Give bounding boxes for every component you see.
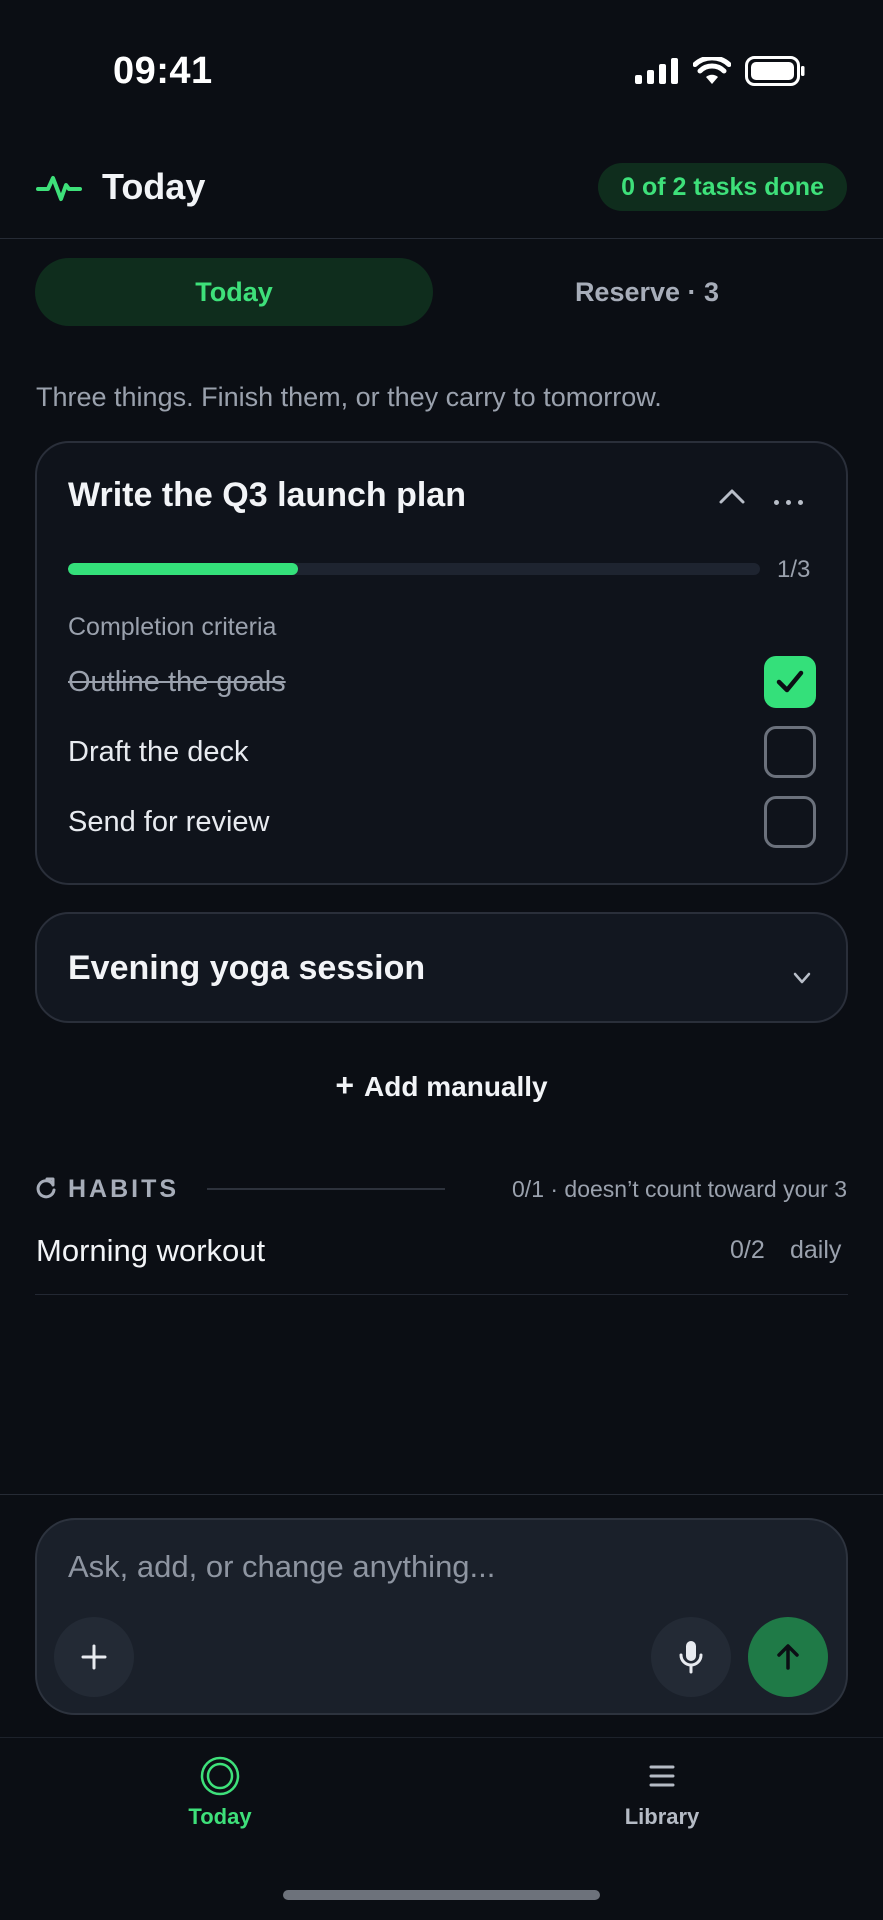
tab-reserve[interactable]: Reserve · 3 xyxy=(448,258,846,326)
check-icon xyxy=(776,670,804,693)
tasks-done-badge: 0 of 2 tasks done xyxy=(598,163,847,211)
pulse-icon xyxy=(36,172,82,209)
task-progress-bar xyxy=(68,563,760,575)
nav-label: Today xyxy=(188,1804,252,1829)
header-divider xyxy=(0,238,883,239)
criterion-row[interactable]: Draft the deck xyxy=(68,724,816,780)
task-title[interactable]: Evening yoga session xyxy=(68,949,425,988)
habits-section-label: HABITS xyxy=(68,1175,180,1203)
menu-icon xyxy=(649,1765,675,1787)
page-title: Today xyxy=(102,166,206,207)
criterion-checkbox[interactable] xyxy=(764,656,816,708)
nav-item-library[interactable]: Library xyxy=(592,1756,732,1844)
refresh-icon xyxy=(35,1176,57,1205)
attach-button[interactable] xyxy=(54,1617,134,1697)
tab-today[interactable]: Today xyxy=(35,258,433,326)
composer-divider xyxy=(0,1494,883,1495)
battery-icon xyxy=(745,56,805,86)
criterion-text: Outline the goals xyxy=(68,665,286,698)
criteria-label: Completion criteria xyxy=(68,613,277,641)
wifi-icon xyxy=(693,57,731,84)
page-subtitle: Three things. Finish them, or they carry… xyxy=(36,382,662,412)
habits-note: 0/1 · doesn’t count toward your 3 xyxy=(512,1176,847,1202)
criterion-row[interactable]: Outline the goals xyxy=(68,654,816,710)
bottom-nav-divider xyxy=(0,1737,883,1738)
arrow-up-icon xyxy=(777,1644,799,1670)
chevron-down-icon[interactable] xyxy=(786,966,818,990)
plus-icon xyxy=(81,1644,107,1670)
habit-name[interactable]: Morning workout xyxy=(36,1233,265,1269)
cellular-icon xyxy=(635,58,678,84)
add-manually-button[interactable]: + Add manually xyxy=(0,1067,883,1104)
task-title[interactable]: Write the Q3 launch plan xyxy=(68,476,466,515)
habit-frequency: daily xyxy=(790,1236,842,1264)
task-progress-count: 1/3 xyxy=(777,556,811,583)
microphone-icon xyxy=(679,1641,703,1674)
nav-item-today[interactable]: Today xyxy=(150,1756,290,1844)
add-manually-label: Add manually xyxy=(364,1071,548,1102)
status-time: 09:41 xyxy=(113,50,213,92)
criterion-text: Draft the deck xyxy=(68,735,249,768)
more-options-icon[interactable] xyxy=(766,487,810,517)
send-button[interactable] xyxy=(748,1617,828,1697)
criterion-text: Send for review xyxy=(68,805,270,838)
criterion-row[interactable]: Send for review xyxy=(68,794,816,850)
nav-label: Library xyxy=(624,1804,700,1829)
habits-divider-line xyxy=(207,1188,445,1190)
task-progress-fill xyxy=(68,563,299,575)
microphone-button[interactable] xyxy=(651,1617,731,1697)
criterion-checkbox[interactable] xyxy=(764,796,816,848)
plus-icon: + xyxy=(335,1067,355,1103)
home-indicator xyxy=(283,1890,600,1900)
target-icon xyxy=(200,1756,240,1796)
habit-progress: 0/2 xyxy=(730,1236,765,1264)
composer-input[interactable] xyxy=(68,1545,808,1589)
criterion-checkbox[interactable] xyxy=(764,726,816,778)
chevron-up-icon[interactable] xyxy=(712,476,752,516)
status-icons xyxy=(635,56,805,86)
habit-divider xyxy=(35,1294,848,1295)
